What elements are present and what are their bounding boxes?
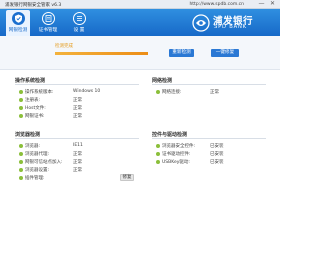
status-ok-icon — [19, 152, 23, 156]
status-ok-icon — [19, 98, 23, 102]
os-check-section: 操作系统检测 操作系统版本: Windows 10 注册表: 正常 Host文件… — [15, 77, 139, 122]
shield-check-icon — [11, 12, 25, 25]
status-ok-icon — [19, 106, 23, 110]
status-ok-icon — [19, 176, 23, 180]
status-ok-icon — [19, 160, 23, 164]
rescan-button[interactable]: 重新检测 — [169, 49, 194, 57]
check-value: 已安装 — [210, 160, 224, 165]
section-title: 操作系统检测 — [15, 78, 46, 84]
app-header: 网银检测 证书管理 设 置 浦发银行 SPD BANK — [0, 9, 280, 36]
section-title: 浏览器检测 — [15, 132, 41, 138]
tab-label: 网银检测 — [8, 28, 28, 33]
website-url[interactable]: http://www.spdb.com.cn — [189, 2, 244, 7]
check-value: 正常 — [73, 168, 82, 173]
check-value: 正常 — [73, 114, 82, 119]
tab-label: 设 置 — [73, 28, 85, 33]
scan-progress-fill — [55, 52, 148, 55]
section-divider — [152, 84, 266, 85]
section-divider — [152, 138, 266, 139]
section-divider — [15, 138, 139, 139]
tab-label: 证书管理 — [38, 28, 58, 33]
bank-name-en: SPD BANK — [214, 24, 247, 30]
fix-plugins-button[interactable]: 修复 — [120, 174, 134, 181]
status-ok-icon — [19, 144, 23, 148]
check-label: USBKey驱动: — [162, 160, 190, 165]
certificate-icon — [41, 12, 55, 25]
spd-bank-logo-icon — [192, 14, 210, 32]
status-ok-icon — [156, 152, 160, 156]
controls-drivers-section: 控件与驱动检测 浏览器安全控件: 已安装 证书驱动控件: 已安装 USBKey驱… — [152, 131, 266, 171]
status-ok-icon — [19, 114, 23, 118]
status-ok-icon — [19, 168, 23, 172]
window-titlebar: 浦发银行网银安全管家 v6.3 http://www.spdb.com.cn —… — [0, 0, 280, 9]
tab-settings[interactable]: 设 置 — [67, 10, 91, 36]
check-label: 网络连接: — [162, 90, 182, 95]
check-value: 正常 — [73, 98, 82, 103]
window-title: 浦发银行网银安全管家 v6.3 — [5, 2, 62, 8]
tab-certificate-management[interactable]: 证书管理 — [36, 10, 60, 36]
check-label: 浏览器代理: — [25, 152, 50, 157]
check-label: 网银可信站点加入: — [25, 160, 63, 165]
check-value: 正常 — [73, 152, 82, 157]
check-label: 网银证书: — [25, 114, 45, 119]
section-divider — [15, 84, 139, 85]
check-label: 注册表: — [25, 98, 41, 103]
network-check-section: 网络检测 网络连接: 正常 — [152, 77, 266, 102]
section-title: 控件与驱动检测 — [152, 132, 188, 138]
check-value: 已安装 — [210, 152, 224, 157]
check-label: 证书驱动控件: — [162, 152, 191, 157]
scan-progress-bar — [55, 52, 148, 55]
check-label: 操作系统版本: — [25, 90, 54, 95]
check-value: 已安装 — [210, 144, 224, 149]
status-ok-icon — [156, 144, 160, 148]
menu-lines-icon — [72, 12, 86, 25]
status-ok-icon — [156, 90, 160, 94]
check-value: Windows 10 — [73, 89, 101, 94]
check-value: 正常 — [210, 90, 219, 95]
check-label: 插件管理: — [25, 176, 45, 181]
minimize-button[interactable]: — — [257, 1, 266, 8]
check-label: Host文件: — [25, 106, 46, 111]
bank-brand: 浦发银行 SPD BANK — [192, 13, 272, 33]
section-title: 网络检测 — [152, 78, 173, 84]
check-label: 浏览器安全控件: — [162, 144, 196, 149]
check-label: 浏览器: — [25, 144, 41, 149]
tab-bank-detection[interactable]: 网银检测 — [6, 10, 30, 36]
status-ok-icon — [19, 90, 23, 94]
check-value: 正常 — [73, 106, 82, 111]
one-click-fix-button[interactable]: 一键修复 — [211, 49, 239, 57]
check-value: IE11 — [73, 143, 83, 148]
check-value: 正常 — [73, 160, 82, 165]
scan-status-text: 检测完成 — [55, 44, 73, 49]
status-ok-icon — [156, 160, 160, 164]
browser-check-section: 浏览器检测 浏览器: IE11 浏览器代理: 正常 网银可信站点加入: 正常 浏… — [15, 131, 139, 186]
check-label: 浏览器设置: — [25, 168, 50, 173]
close-button[interactable]: ✕ — [268, 1, 277, 8]
